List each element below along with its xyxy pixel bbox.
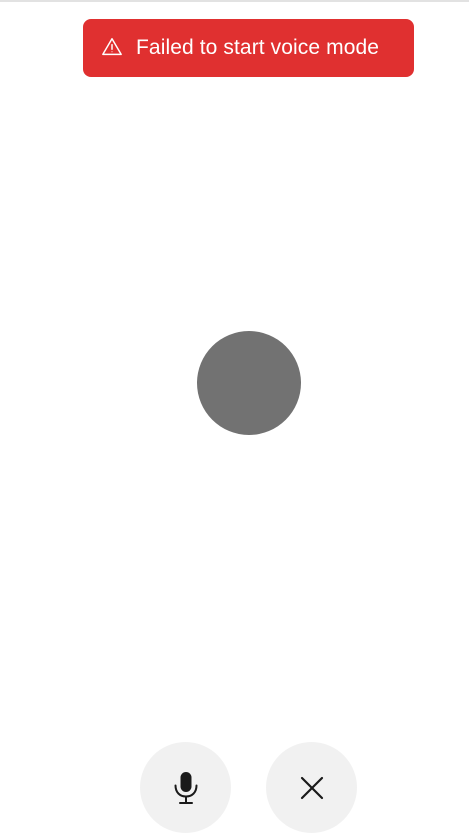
top-divider bbox=[0, 0, 469, 2]
close-icon bbox=[299, 775, 325, 801]
error-toast: Failed to start voice mode bbox=[83, 19, 414, 77]
microphone-icon bbox=[172, 771, 200, 805]
close-voice-mode-button[interactable] bbox=[266, 742, 357, 833]
warning-triangle-icon bbox=[101, 36, 123, 58]
microphone-button[interactable] bbox=[140, 742, 231, 833]
voice-orb bbox=[197, 331, 301, 435]
error-toast-message: Failed to start voice mode bbox=[136, 36, 380, 59]
voice-mode-screen: Failed to start voice mode bbox=[0, 0, 469, 836]
